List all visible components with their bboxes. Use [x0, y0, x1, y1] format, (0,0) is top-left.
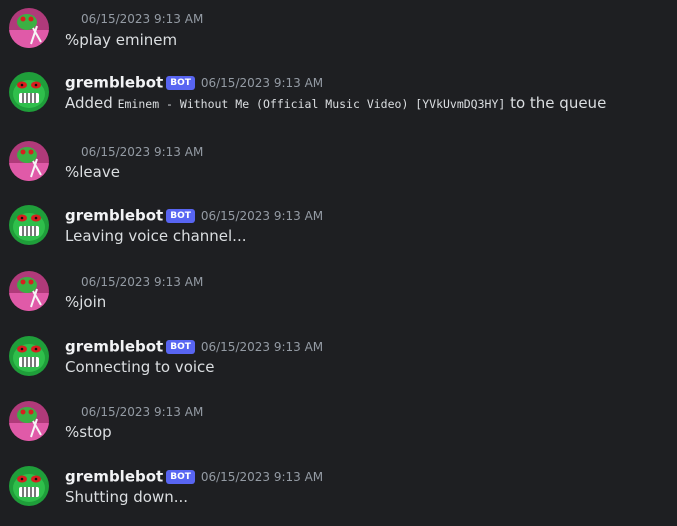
bot-badge: BOT — [166, 209, 195, 223]
pink-frog-avatar-icon — [9, 271, 49, 311]
user-avatar[interactable] — [9, 271, 49, 311]
user-avatar[interactable] — [9, 141, 49, 181]
green-gremlin-avatar-icon — [9, 205, 49, 245]
bot-avatar[interactable] — [9, 336, 49, 376]
message-header: 06/15/2023 9:13 AM — [65, 8, 203, 28]
message-content: %stop — [65, 423, 112, 441]
author-name[interactable]: gremblebot — [65, 468, 163, 486]
message-header: gremblebot BOT 06/15/2023 9:13 AM — [65, 336, 323, 356]
content-text: Added — [65, 94, 113, 112]
author-name[interactable]: gremblebot — [65, 207, 163, 225]
bot-badge: BOT — [166, 76, 195, 90]
content-text: to the queue — [510, 94, 607, 112]
message-header: 06/15/2023 9:13 AM — [65, 271, 203, 291]
message-header: gremblebot BOT 06/15/2023 9:13 AM — [65, 72, 323, 92]
bot-avatar[interactable] — [9, 205, 49, 245]
message-header: 06/15/2023 9:13 AM — [65, 401, 203, 421]
green-gremlin-avatar-icon — [9, 336, 49, 376]
message-timestamp: 06/15/2023 9:13 AM — [81, 11, 204, 26]
message-timestamp: 06/15/2023 9:13 AM — [200, 208, 324, 223]
message-timestamp: 06/15/2023 9:13 AM — [200, 75, 324, 90]
pink-frog-avatar-icon — [9, 141, 49, 181]
message-content: Connecting to voice — [65, 358, 215, 376]
message-content: %play eminem — [65, 31, 178, 49]
bot-avatar[interactable] — [9, 72, 49, 112]
message-timestamp: 06/15/2023 9:13 AM — [200, 339, 324, 354]
message-item: 06/15/2023 9:13 AM %join — [0, 271, 677, 331]
author-name[interactable]: gremblebot — [65, 338, 163, 356]
message-content: %join — [65, 293, 107, 311]
bot-badge: BOT — [166, 340, 195, 354]
message-item: gremblebot BOT 06/15/2023 9:13 AM Shutting… — [0, 466, 677, 526]
message-header: gremblebot BOT 06/15/2023 9:13 AM — [65, 205, 323, 225]
bot-badge: BOT — [166, 470, 195, 484]
message-timestamp: 06/15/2023 9:13 AM — [81, 144, 204, 159]
green-gremlin-avatar-icon — [9, 466, 49, 506]
message-content: Added Eminem - Without Me (Official Musi… — [65, 94, 606, 112]
message-timestamp: 06/15/2023 9:13 AM — [81, 404, 204, 419]
message-timestamp: 06/15/2023 9:13 AM — [81, 274, 204, 289]
message-header: 06/15/2023 9:13 AM — [65, 141, 203, 161]
bot-avatar[interactable] — [9, 466, 49, 506]
message-header: gremblebot BOT 06/15/2023 9:13 AM — [65, 466, 323, 486]
inline-code: Eminem - Without Me (Official Music Vide… — [117, 97, 506, 111]
message-item: gremblebot BOT 06/15/2023 9:13 AM Added Em… — [0, 72, 677, 132]
user-avatar[interactable] — [9, 8, 49, 48]
message-content: Shutting down... — [65, 488, 189, 506]
message-item: gremblebot BOT 06/15/2023 9:13 AM Connecti… — [0, 336, 677, 396]
message-item: 06/15/2023 9:13 AM %play eminem — [0, 8, 677, 68]
pink-frog-avatar-icon — [9, 401, 49, 441]
message-item: 06/15/2023 9:13 AM %leave — [0, 141, 677, 201]
user-avatar[interactable] — [9, 401, 49, 441]
author-name[interactable]: gremblebot — [65, 74, 163, 92]
pink-frog-avatar-icon — [9, 8, 49, 48]
message-content: %leave — [65, 163, 120, 181]
message-content: Leaving voice channel... — [65, 227, 247, 245]
message-timestamp: 06/15/2023 9:13 AM — [200, 469, 324, 484]
green-gremlin-avatar-icon — [9, 72, 49, 112]
message-item: gremblebot BOT 06/15/2023 9:13 AM Leaving … — [0, 205, 677, 265]
message-item: 06/15/2023 9:13 AM %stop — [0, 401, 677, 461]
